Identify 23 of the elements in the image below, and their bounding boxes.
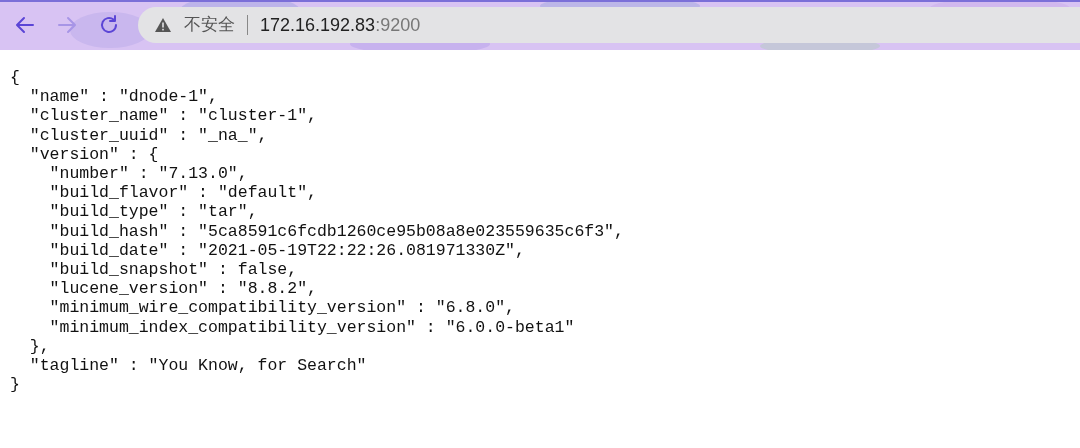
- security-label: 不安全: [184, 14, 235, 37]
- json-line: "cluster_name" : "cluster-1",: [29, 106, 318, 126]
- json-line: "build_snapshot" : false,: [49, 260, 299, 280]
- json-line: "minimum_index_compatibility_version" : "6.0.0-beta1": [49, 317, 576, 337]
- warning-icon: [154, 17, 172, 33]
- address-bar[interactable]: 不安全 172.16.192.83:9200: [138, 7, 1080, 43]
- json-line: "version" : {: [29, 144, 160, 164]
- json-line: "build_flavor" : "default",: [49, 183, 318, 203]
- json-line: "build_hash" : "5ca8591c6fcdb1260ce95b08a8e023559635c6f3",: [49, 221, 625, 241]
- json-line: "cluster_uuid" : "_na_",: [29, 125, 269, 145]
- json-line: }: [10, 375, 21, 395]
- reload-icon[interactable]: [98, 14, 120, 36]
- json-line: },: [29, 336, 51, 357]
- json-line: "number" : "7.13.0",: [49, 164, 249, 184]
- json-line: "name" : "dnode-1",: [29, 87, 219, 107]
- json-line: "build_date" : "2021-05-19T22:22:26.081971330Z",: [49, 240, 526, 261]
- json-line: "minimum_wire_compatibility_version" : "6.8.0",: [49, 298, 516, 318]
- back-icon[interactable]: [14, 14, 36, 36]
- json-line: "build_type" : "tar",: [49, 202, 259, 222]
- json-line: {: [10, 68, 21, 88]
- json-line: "lucene_version" : "8.8.2",: [49, 279, 318, 299]
- url-text: 172.16.192.83:9200: [260, 13, 421, 37]
- json-line: "tagline" : "You Know, for Search": [29, 356, 368, 376]
